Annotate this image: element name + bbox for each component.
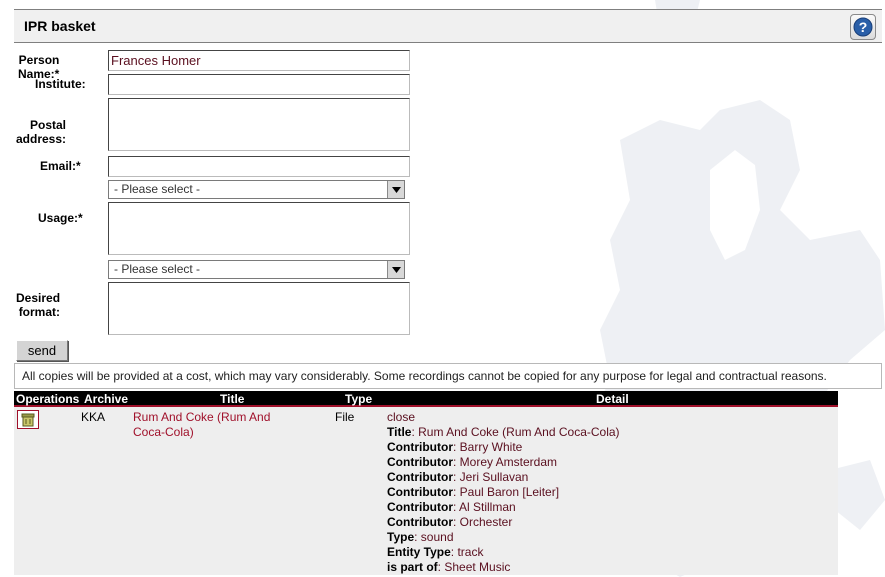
basket-table: Operations Archive Title Type Detail KKA… bbox=[14, 391, 838, 575]
detail-line: Contributor: Paul Baron [Leiter] bbox=[387, 485, 560, 499]
detail-key: Contributor bbox=[387, 440, 453, 454]
detail-value: Rum And Coke (Rum And Coca-Cola) bbox=[418, 425, 620, 439]
detail-key: Contributor bbox=[387, 485, 453, 499]
usage-label: Usage:* bbox=[38, 211, 83, 225]
institute-input[interactable] bbox=[108, 74, 410, 95]
title-line-2: Coca-Cola) bbox=[133, 425, 194, 439]
detail-key: Title bbox=[387, 425, 412, 439]
table-header: Operations Archive Title Type Detail bbox=[14, 391, 838, 407]
institute-label: Institute: bbox=[35, 77, 86, 91]
detail-value: Barry White bbox=[459, 440, 523, 454]
detail-value: track bbox=[457, 545, 484, 559]
svg-text:?: ? bbox=[859, 19, 868, 35]
detail-key: Type bbox=[387, 530, 415, 544]
detail-line: Contributor: Morey Amsterdam bbox=[387, 455, 558, 469]
detail-line: Contributor: Jeri Sullavan bbox=[387, 470, 529, 484]
detail-list: Title: Rum And Coke (Rum And Coca-Cola) C… bbox=[387, 425, 620, 575]
postal-address-label: Postal address: bbox=[16, 118, 67, 146]
table-row: KKA Rum And Coke (Rum And Coca-Cola) Fil… bbox=[14, 407, 838, 575]
person-name-input[interactable]: Frances Homer bbox=[108, 50, 410, 71]
detail-key: Entity Type bbox=[387, 545, 451, 559]
detail-key: Contributor bbox=[387, 515, 453, 529]
detail-line: Title: Rum And Coke (Rum And Coca-Cola) bbox=[387, 425, 620, 439]
page-header: IPR basket ? bbox=[14, 9, 882, 43]
desired-format-label: Desired format: bbox=[16, 291, 61, 319]
column-header-type: Type bbox=[345, 392, 373, 406]
title-line-1: Rum And Coke (Rum And bbox=[133, 410, 271, 424]
help-button[interactable]: ? bbox=[850, 14, 876, 40]
detail-key: is part of bbox=[387, 560, 438, 574]
detail-close-link[interactable]: close bbox=[387, 410, 620, 425]
detail-line: is part of: Sheet Music bbox=[387, 560, 511, 574]
trash-bin-icon bbox=[21, 413, 35, 426]
detail-value: Al Stillman bbox=[459, 500, 516, 514]
email-input[interactable] bbox=[108, 156, 410, 177]
postal-address-textarea[interactable] bbox=[108, 98, 410, 151]
detail-line: Contributor: Barry White bbox=[387, 440, 523, 454]
column-header-archive: Archive bbox=[84, 392, 129, 406]
detail-value: Morey Amsterdam bbox=[459, 455, 558, 469]
detail-value: Paul Baron [Leiter] bbox=[459, 485, 560, 499]
detail-key: Contributor bbox=[387, 455, 453, 469]
detail-cell: close Title: Rum And Coke (Rum And Coca-… bbox=[387, 410, 620, 575]
format-select-value: - Please select - bbox=[114, 262, 201, 276]
format-select[interactable]: - Please select - bbox=[108, 260, 405, 279]
detail-line: Contributor: Al Stillman bbox=[387, 500, 516, 514]
dropdown-arrow-icon[interactable] bbox=[387, 181, 404, 198]
detail-value: Orchester bbox=[459, 515, 513, 529]
detail-line: Type: sound bbox=[387, 530, 454, 544]
detail-value: Sheet Music bbox=[444, 560, 511, 574]
column-header-title: Title bbox=[220, 392, 245, 406]
detail-line: Entity Type: track bbox=[387, 545, 484, 559]
usage-textarea[interactable] bbox=[108, 202, 410, 255]
detail-value: Jeri Sullavan bbox=[459, 470, 529, 484]
usage-select[interactable]: - Please select - bbox=[108, 180, 405, 199]
help-question-icon: ? bbox=[853, 17, 873, 37]
column-header-operations: Operations bbox=[16, 392, 80, 406]
remove-from-basket-button[interactable] bbox=[17, 410, 39, 429]
archive-cell: KKA bbox=[81, 410, 106, 424]
column-header-detail: Detail bbox=[596, 392, 629, 406]
send-button[interactable]: send bbox=[16, 340, 68, 361]
email-label: Email:* bbox=[40, 159, 81, 173]
detail-value: sound bbox=[420, 530, 454, 544]
cost-notice: All copies will be provided at a cost, w… bbox=[14, 363, 882, 389]
desired-format-textarea[interactable] bbox=[108, 282, 410, 335]
dropdown-arrow-icon[interactable] bbox=[387, 261, 404, 278]
detail-key: Contributor bbox=[387, 500, 453, 514]
type-cell: File bbox=[335, 410, 355, 424]
detail-key: Contributor bbox=[387, 470, 453, 484]
title-link[interactable]: Rum And Coke (Rum And Coca-Cola) bbox=[133, 410, 270, 440]
usage-select-value: - Please select - bbox=[114, 182, 201, 196]
page-title: IPR basket bbox=[24, 18, 96, 34]
detail-line: Contributor: Orchester bbox=[387, 515, 513, 529]
